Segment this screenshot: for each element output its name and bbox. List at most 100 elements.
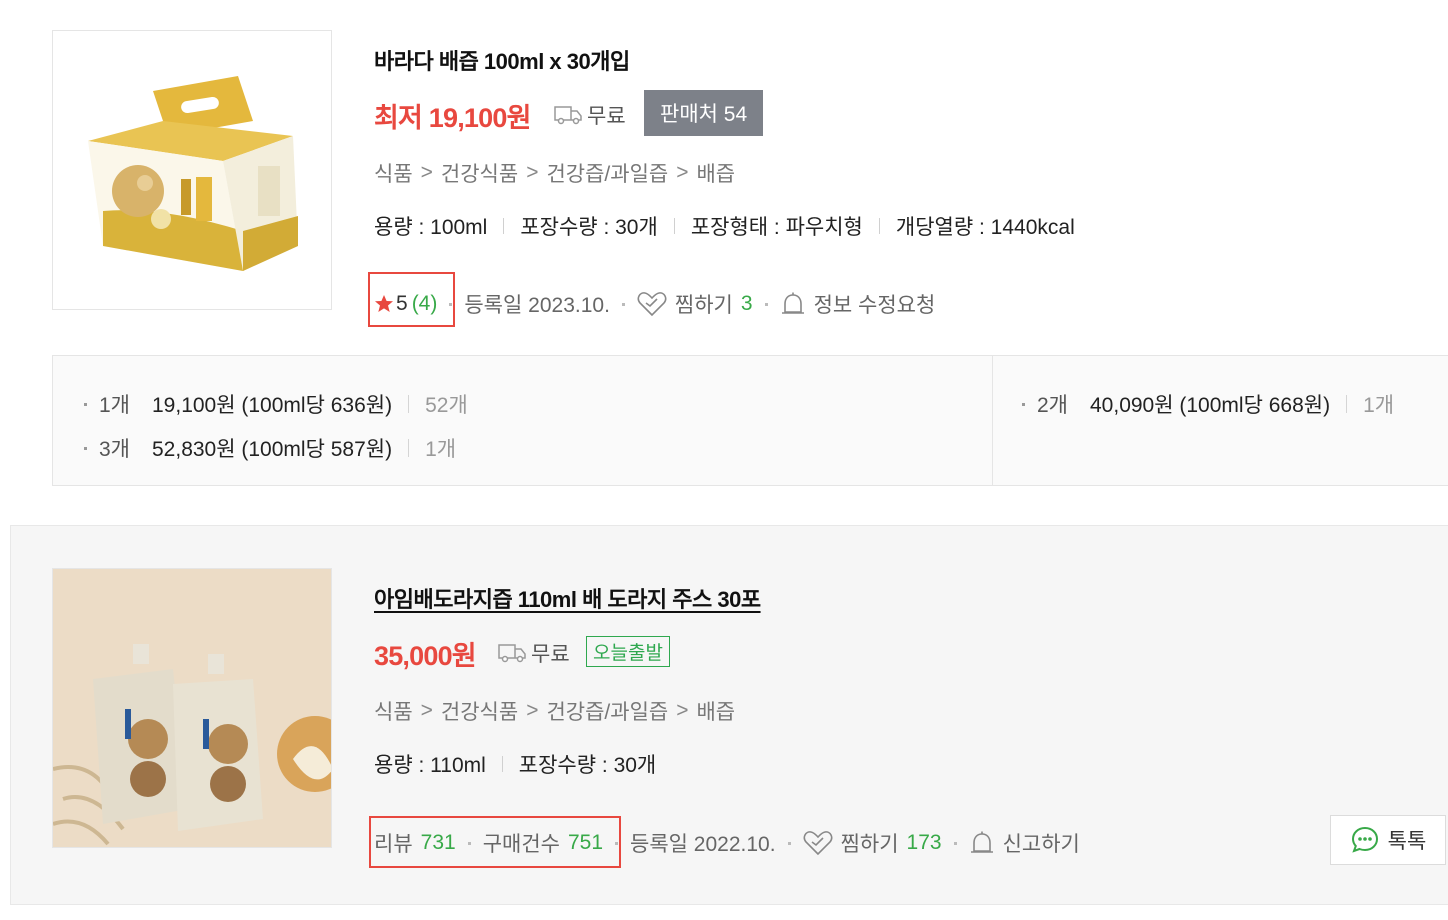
rating-value: 5: [396, 292, 408, 315]
quantity-options-box: [52, 355, 1448, 486]
divider: [764, 302, 768, 306]
divider: [621, 302, 625, 306]
shipping-info: 무료: [553, 100, 626, 130]
talktalk-label: 톡톡: [1387, 830, 1427, 853]
option-price: 40,090원 (100ml당 668원): [1090, 394, 1331, 417]
star-icon: [375, 295, 393, 312]
quantity-option[interactable]: 3개 52,830원 (100ml당 587원) 1개: [84, 433, 456, 463]
spec-pack-type: 포장형태 : 파우치형: [690, 216, 863, 239]
review-count: 731: [420, 831, 456, 854]
juice-pouch-image: [53, 569, 331, 847]
product-meta: 리뷰 731 구매건수 751 등록일 2022.10. 찜하기 173 신고하…: [374, 828, 1080, 858]
divider: [449, 302, 453, 306]
divider: [673, 218, 675, 234]
category-separator: >: [420, 161, 433, 184]
category-separator: >: [526, 161, 539, 184]
wish-count: 173: [906, 831, 942, 854]
bullet: [84, 446, 87, 450]
product-title[interactable]: 바라다 배즙 100ml x 30개입: [374, 44, 630, 76]
shipping-label: 무료: [587, 105, 626, 128]
heart-icon: [803, 831, 832, 856]
edit-request-label: 정보 수정요청: [813, 294, 936, 317]
divider: [503, 218, 505, 234]
option-sold: 52개: [425, 394, 468, 417]
wish-label: 찜하기: [674, 294, 733, 317]
gift-box-image: [88, 76, 298, 271]
shipping-info: 무료: [497, 638, 570, 668]
divider: [992, 355, 993, 486]
category-separator: >: [420, 699, 433, 722]
divider: [878, 218, 880, 234]
spec-list: 용량 : 110ml 포장수량 : 30개: [374, 749, 656, 779]
divider: [615, 841, 619, 845]
option-qty: 3개: [99, 438, 130, 461]
category-item[interactable]: 배즙: [696, 696, 735, 726]
spec-calories: 개당열량 : 1440kcal: [895, 216, 1075, 239]
divider: [408, 439, 410, 457]
product-thumbnail[interactable]: [52, 30, 332, 310]
divider: [501, 756, 503, 772]
spec-list: 용량 : 100ml 포장수량 : 30개 포장형태 : 파우치형 개당열량 :…: [374, 211, 1075, 241]
spec-capacity: 용량 : 110ml: [374, 754, 486, 777]
option-qty: 1개: [99, 394, 130, 417]
spec-capacity: 용량 : 100ml: [374, 216, 488, 239]
product-price: 최저 19,100원: [374, 96, 531, 135]
quantity-option[interactable]: 1개 19,100원 (100ml당 636원) 52개: [84, 389, 468, 419]
bell-icon: [970, 831, 993, 853]
breadcrumb: 식품 > 건강식품 > 건강즙/과일즙 > 배즙: [374, 696, 735, 726]
option-sold: 1개: [425, 438, 457, 461]
chat-icon: [1351, 826, 1378, 853]
product-title-link[interactable]: 아임배도라지즙 110ml 배 도라지 주스 30포: [374, 582, 761, 614]
category-item[interactable]: 건강식품: [441, 696, 518, 726]
spec-pack-qty: 포장수량 : 30개: [518, 754, 657, 777]
divider: [787, 841, 791, 845]
option-sold: 1개: [1363, 394, 1395, 417]
rating-count: (4): [411, 292, 438, 315]
divider: [953, 841, 957, 845]
truck-icon: [554, 106, 582, 125]
product-price: 35,000원: [374, 641, 477, 671]
review-link[interactable]: 리뷰 731: [374, 828, 456, 858]
category-item[interactable]: 식품: [374, 158, 413, 188]
category-item[interactable]: 배즙: [696, 158, 735, 188]
registered-date: 등록일 2022.10.: [630, 833, 776, 856]
wish-button[interactable]: 찜하기 3: [637, 289, 753, 319]
divider: [408, 395, 410, 413]
category-item[interactable]: 건강식품: [441, 158, 518, 188]
price-value: 19,100원: [428, 103, 532, 133]
wish-label: 찜하기: [840, 833, 899, 856]
category-separator: >: [676, 161, 689, 184]
category-separator: >: [526, 699, 539, 722]
product-thumbnail[interactable]: [52, 568, 332, 848]
bullet: [1022, 402, 1025, 406]
registered-date: 등록일 2023.10.: [464, 294, 610, 317]
talktalk-button[interactable]: 톡톡: [1330, 815, 1446, 865]
wish-button[interactable]: 찜하기 173: [803, 828, 942, 858]
report-label: 신고하기: [1002, 833, 1080, 856]
rating[interactable]: 5 (4): [374, 292, 437, 316]
same-day-shipping-badge: 오늘출발: [586, 636, 670, 667]
purchase-value: 751: [567, 831, 604, 854]
category-item[interactable]: 식품: [374, 696, 413, 726]
bullet: [84, 402, 87, 406]
category-item[interactable]: 건강즙/과일즙: [546, 158, 668, 188]
wish-count: 3: [740, 292, 753, 315]
review-label: 리뷰: [374, 833, 413, 856]
purchase-label: 구매건수: [482, 833, 560, 856]
seller-count-button[interactable]: 판매처 54: [644, 90, 764, 136]
option-price: 19,100원 (100ml당 636원): [152, 394, 393, 417]
option-price: 52,830원 (100ml당 587원): [152, 438, 393, 461]
product-meta: 5 (4) 등록일 2023.10. 찜하기 3 정보 수정요청: [374, 289, 935, 319]
option-qty: 2개: [1037, 394, 1068, 417]
spec-pack-qty: 포장수량 : 30개: [520, 216, 658, 239]
category-separator: >: [676, 699, 689, 722]
report-button[interactable]: 신고하기: [969, 828, 1080, 858]
bell-icon: [781, 292, 804, 314]
divider: [467, 841, 471, 845]
quantity-option[interactable]: 2개 40,090원 (100ml당 668원) 1개: [1022, 389, 1394, 419]
shipping-label: 무료: [531, 643, 570, 666]
category-item[interactable]: 건강즙/과일즙: [546, 696, 668, 726]
price-prefix: 최저: [374, 103, 423, 133]
breadcrumb: 식품 > 건강식품 > 건강즙/과일즙 > 배즙: [374, 158, 735, 188]
edit-request-button[interactable]: 정보 수정요청: [780, 289, 936, 319]
